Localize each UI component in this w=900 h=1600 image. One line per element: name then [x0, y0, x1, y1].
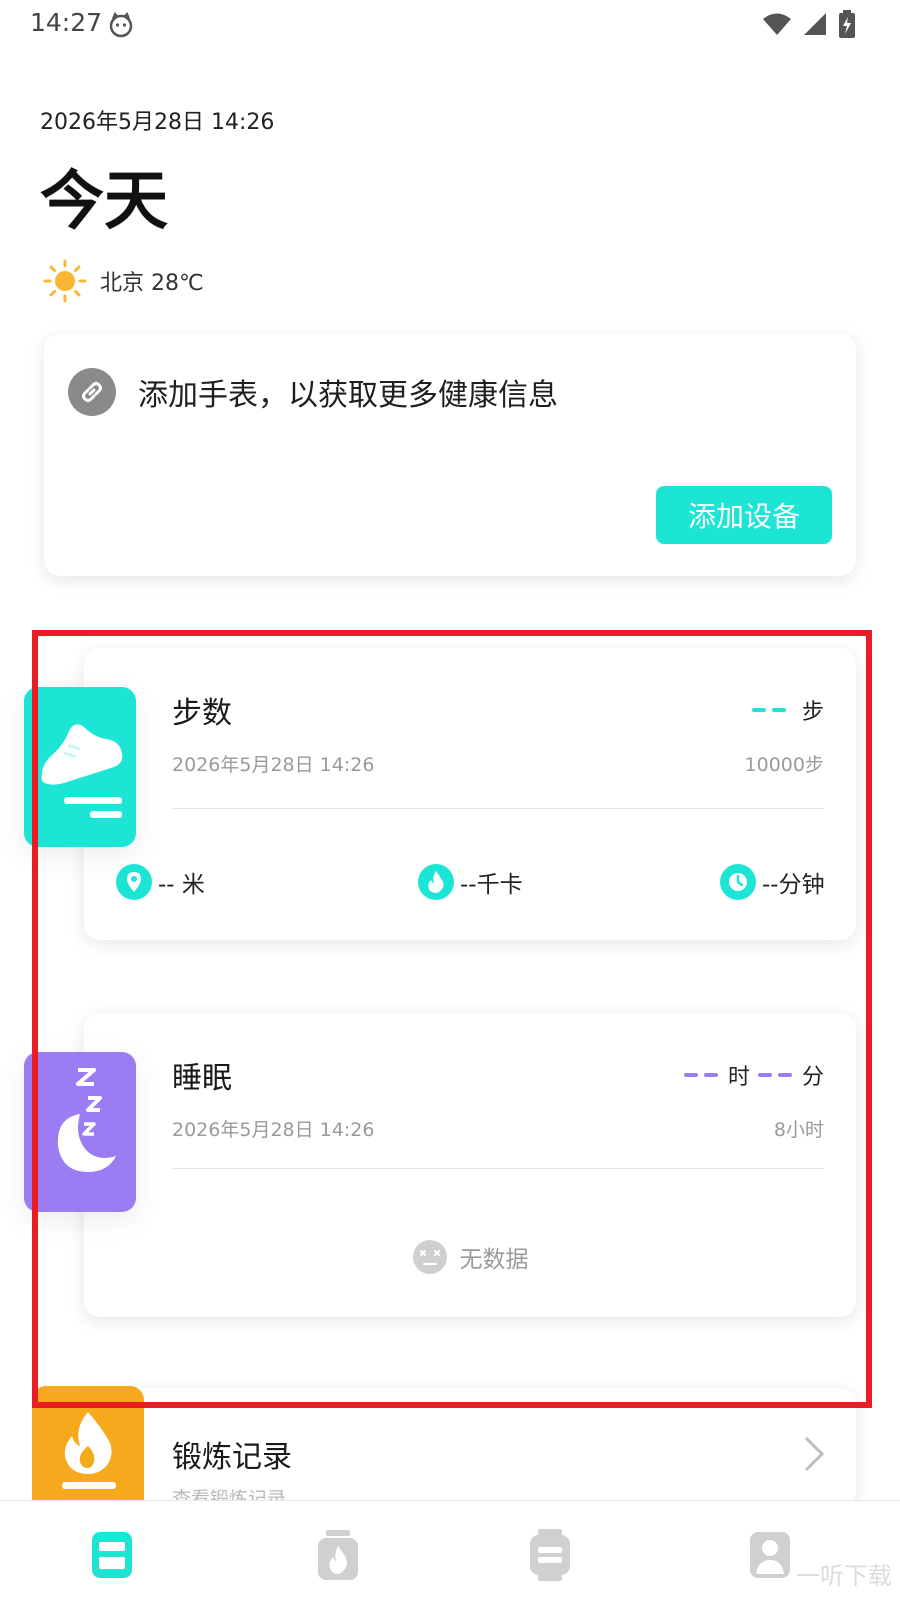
tab-today[interactable] — [82, 1525, 142, 1585]
steps-value: 步 — [749, 694, 824, 726]
status-time: 14:27 — [30, 8, 103, 37]
add-device-button[interactable]: 添加设备 — [656, 486, 832, 544]
cat-icon — [108, 12, 134, 42]
sleep-tile — [24, 1052, 136, 1212]
sleep-goal: 8小时 — [773, 1119, 824, 1141]
weather: 北京 28℃ — [42, 258, 204, 304]
sleep-title: 睡眠 — [172, 1061, 232, 1096]
wifi-icon — [762, 12, 792, 40]
watermark: 一听下载 — [796, 1562, 892, 1590]
add-device-message: 添加手表，以获取更多健康信息 — [138, 378, 558, 413]
flame-icon — [418, 864, 454, 900]
sleep-minute-unit: 分 — [801, 1065, 824, 1090]
no-data: 无数据 — [84, 1239, 856, 1275]
moon-zzz-icon — [57, 1068, 116, 1172]
shoe-icon — [41, 724, 123, 818]
weather-text: 北京 28℃ — [100, 271, 204, 296]
profile-icon — [748, 1530, 792, 1580]
exercise-card[interactable]: 锻炼记录 查看锻炼记录 — [84, 1388, 856, 1510]
sleep-hour-unit: 时 — [727, 1065, 750, 1090]
watch-icon — [528, 1527, 572, 1583]
sleep-date: 2026年5月28日 14:26 — [172, 1119, 375, 1141]
steps-date: 2026年5月28日 14:26 — [172, 754, 375, 776]
sleep-card[interactable]: 睡眠 时 分 2026年5月28日 14:26 8小时 无数据 — [84, 1013, 856, 1317]
tab-profile[interactable] — [740, 1525, 800, 1585]
dashboard-icon — [90, 1530, 134, 1580]
no-data-text: 无数据 — [459, 1247, 529, 1273]
distance-metric: -- 米 — [116, 864, 205, 900]
clock-icon — [720, 864, 756, 900]
steps-card[interactable]: 步数 步 2026年5月28日 14:26 10000步 -- 米 --千卡 -… — [84, 648, 856, 940]
steps-tile — [24, 687, 136, 847]
header-datetime: 2026年5月28日 14:26 — [40, 110, 275, 135]
sleep-value: 时 分 — [681, 1059, 824, 1091]
status-bar: 14:27 — [0, 0, 900, 48]
chevron-right-icon[interactable] — [802, 1434, 826, 1478]
link-icon — [68, 368, 116, 416]
steps-unit: 步 — [801, 700, 824, 725]
dizzy-face-icon — [412, 1239, 448, 1275]
tab-device[interactable] — [520, 1525, 580, 1585]
calories-metric: --千卡 — [418, 864, 523, 900]
exercise-title: 锻炼记录 — [172, 1440, 292, 1475]
tab-exercise[interactable] — [308, 1525, 368, 1585]
location-icon — [116, 864, 152, 900]
add-device-card: 添加手表，以获取更多健康信息 添加设备 — [44, 334, 856, 576]
steps-goal: 10000步 — [744, 754, 824, 776]
fire-jar-icon — [316, 1528, 360, 1582]
sun-icon — [42, 258, 88, 304]
sleep-divider — [172, 1168, 824, 1169]
tab-bar — [0, 1500, 900, 1600]
duration-metric: --分钟 — [720, 864, 825, 900]
fire-icon — [62, 1412, 116, 1489]
battery-icon — [838, 10, 856, 42]
steps-divider — [172, 808, 824, 809]
page-title: 今天 — [40, 165, 168, 239]
signal-icon — [802, 12, 828, 40]
steps-title: 步数 — [172, 696, 232, 731]
